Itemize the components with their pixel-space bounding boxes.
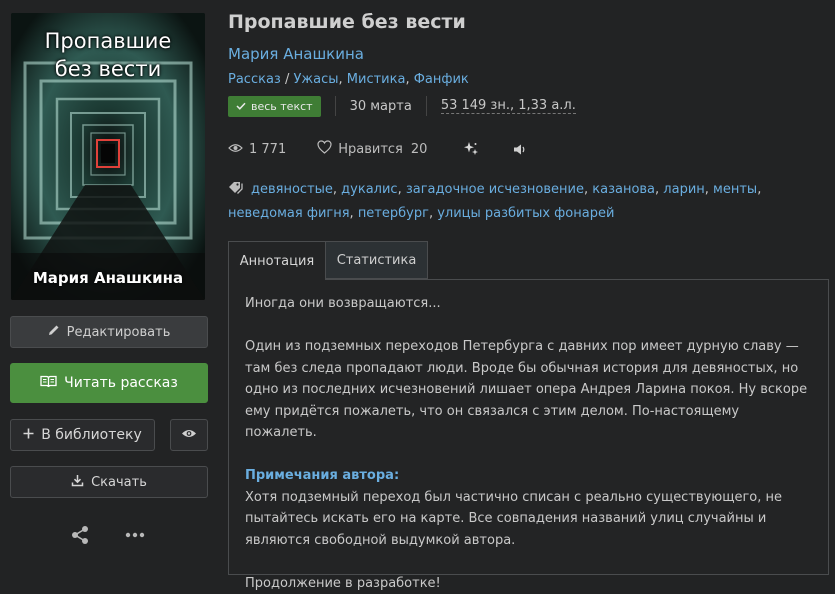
meta-row: весь текст 30 марта 53 149 зн., 1,33 а.л… [228,95,576,117]
read-story-label: Читать рассказ [64,375,178,391]
views-stat: 1 771 [228,142,286,157]
likes-count: 20 [411,142,428,157]
genre-link[interactable]: Мистика [347,72,406,87]
genre-separator: / [281,72,294,87]
speaker-icon[interactable] [513,143,527,156]
pencil-icon [48,324,60,340]
genre-link[interactable]: Ужасы [294,72,339,87]
cover-author: Мария Анашкина [11,269,205,287]
author-notes-text: Хотя подземный переход был частично спис… [245,487,812,552]
award-icon[interactable] [463,141,479,157]
follow-button[interactable] [170,419,208,451]
divider [426,96,427,116]
download-button[interactable]: Скачать [10,466,208,498]
tag-link[interactable]: менты [713,182,757,197]
download-icon [71,474,84,491]
annotation-paragraph: Иногда они возвращаются... [245,293,812,315]
share-icon[interactable] [69,524,91,546]
book-title: Пропавшие без вести [228,11,466,33]
genre-line: Рассказ / Ужасы, Мистика, Фанфик [228,72,469,87]
annotation-panel: Иногда они возвращаются... Один из подзе… [228,279,829,575]
tag-icon [228,181,247,203]
tab-annotation[interactable]: Аннотация [228,241,326,280]
check-icon [236,100,246,113]
tag-link[interactable]: неведомая фигня [228,206,350,221]
status-badge: весь текст [228,96,321,117]
library-label: В библиотеку [41,427,142,443]
open-book-icon [40,375,57,392]
plus-icon [23,427,34,443]
eye-icon [228,142,243,157]
edit-button[interactable]: Редактировать [10,316,208,348]
tag-link[interactable]: ларин [663,182,704,197]
add-to-library-button[interactable]: В библиотеку [10,419,155,451]
annotation-paragraph: Один из подземных переходов Петербурга с… [245,336,812,444]
annotation-paragraph: Продолжение в разработке! [245,573,812,594]
form-link[interactable]: Рассказ [228,72,281,87]
genre-link[interactable]: Фанфик [414,72,469,87]
tab-bar: Аннотация Статистика [228,241,428,280]
book-cover[interactable]: Пропавшие без вести Мария Анашкина [11,13,205,300]
heart-icon [317,140,332,158]
publish-date: 30 марта [350,99,412,114]
status-label: весь текст [251,100,313,113]
eye-icon [181,428,197,443]
likes-label: Нравится [338,142,403,157]
author-link[interactable]: Мария Анашкина [228,45,364,63]
tag-link[interactable]: казанова [592,182,655,197]
author-notes-heading: Примечания автора: [245,465,812,487]
more-options-icon[interactable] [124,526,146,544]
tag-link[interactable]: девяностые [251,182,333,197]
tag-link[interactable]: дукалис [341,182,397,197]
tag-link[interactable]: загадочное исчезновение [406,182,584,197]
like-button[interactable]: Нравится 20 [317,140,427,158]
tag-list: девяностые, дукалис, загадочное исчезнов… [228,179,828,225]
read-story-button[interactable]: Читать рассказ [10,363,208,403]
text-size: 53 149 зн., 1,33 а.л. [441,98,576,114]
views-count: 1 771 [249,142,286,157]
edit-label: Редактировать [67,325,171,340]
stats-row: 1 771 Нравится 20 [228,139,527,159]
tag-link[interactable]: улицы разбитых фонарей [437,206,614,221]
cover-title: Пропавшие без вести [11,27,205,83]
tab-statistics[interactable]: Статистика [326,241,428,279]
tag-link[interactable]: петербург [358,206,429,221]
divider [335,96,336,116]
download-label: Скачать [91,475,147,490]
